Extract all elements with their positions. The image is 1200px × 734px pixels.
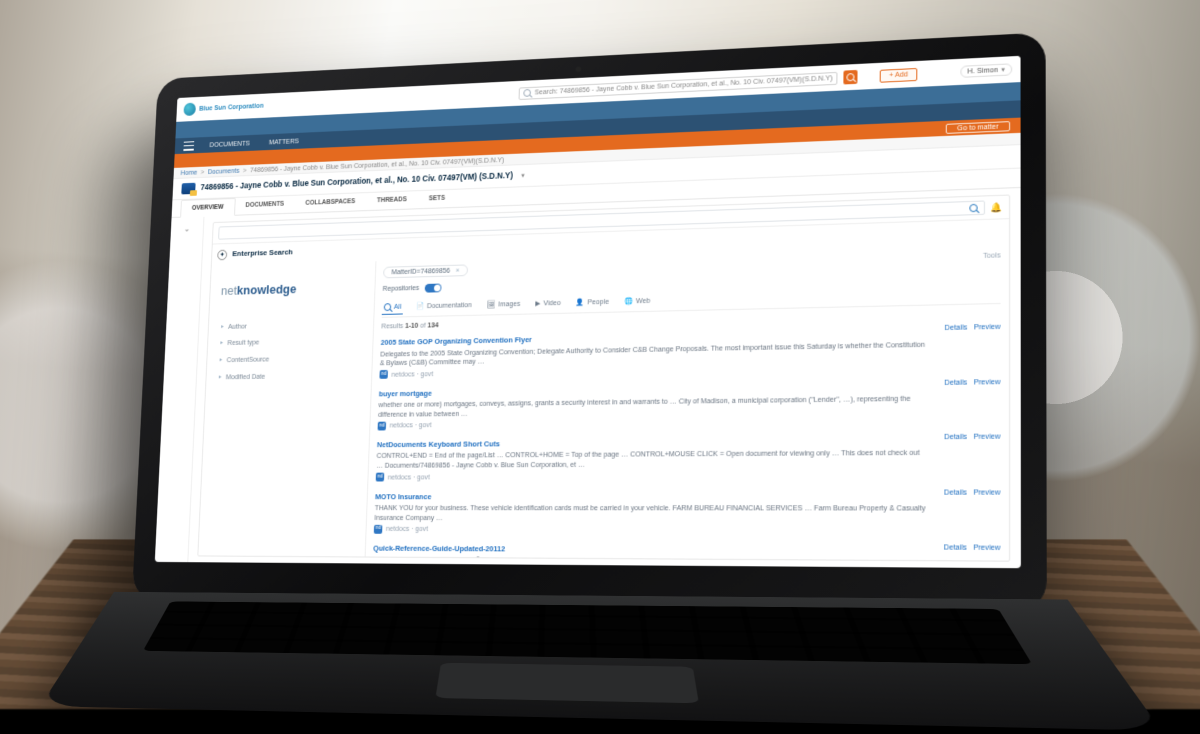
triangle-icon: ▸ [221,322,224,330]
user-menu[interactable]: H. Simon ▾ [960,63,1012,78]
user-name: H. Simon [967,65,998,76]
type-tab-documentation[interactable]: 📄Documentation [414,298,474,313]
type-tab-web[interactable]: 🌐Web [622,293,652,307]
search-result: DetailsPreviewNetDocuments Keyboard Shor… [375,431,1000,487]
search-result: DetailsPreviewbuyer mortgagewhether one … [377,376,1000,436]
image-icon: 🖼 [487,299,496,309]
result-preview-link[interactable]: Preview [974,321,1001,332]
result-source: netdocs · govt [388,472,430,482]
add-button-label: + Add [889,69,908,80]
search-go-button[interactable] [844,69,858,84]
tools-link[interactable]: Tools [983,250,1001,260]
result-preview-link[interactable]: Preview [973,542,1000,552]
add-button[interactable]: + Add [880,67,917,82]
enterprise-search-label: Enterprise Search [232,247,293,259]
tab-threads[interactable]: THREADS [366,191,418,210]
source-badge-icon: nd [376,472,385,481]
chevron-down-icon: ▾ [1001,64,1005,74]
facet-result-type[interactable]: ▸Result type [218,332,362,352]
crumb-documents[interactable]: Documents [208,165,240,175]
facet-content-source[interactable]: ▸ContentSource [217,349,361,369]
triangle-icon: ▸ [219,373,222,381]
result-source: netdocs · govt [386,524,428,534]
document-icon: 📄 [416,301,425,311]
result-source: netdocs · govt [389,420,431,430]
crumb-home[interactable]: Home [180,167,197,177]
source-badge-icon: nd [379,370,388,379]
search-icon [969,203,977,211]
laptop-keyboard [40,591,1162,730]
result-details-link[interactable]: Details [944,542,967,552]
search-icon [523,88,531,96]
result-preview-link[interactable]: Preview [973,486,1000,496]
type-tab-all[interactable]: All [382,299,404,314]
web-icon: 🌐 [624,296,633,306]
laptop: Blue Sun Corporation Search: 74869856 - … [132,32,1047,611]
go-to-matter-button[interactable]: Go to matter [946,120,1010,133]
result-meta: ndnetdocs · govt [374,524,927,536]
laptop-screen: Blue Sun Corporation Search: 74869856 - … [155,55,1021,567]
tab-collabspaces[interactable]: COLLABSPACES [294,193,366,213]
laptop-bezel: Blue Sun Corporation Search: 74869856 - … [132,32,1047,611]
go-to-matter-label: Go to matter [957,121,998,133]
search-result: DetailsPreview2005 State GOP Organizing … [379,321,1000,384]
triangle-icon: ▸ [220,339,223,347]
close-icon[interactable]: × [455,265,459,275]
result-source: netdocs · govt [391,369,433,379]
org-name: Blue Sun Corporation [199,101,264,113]
tab-overview[interactable]: OVERVIEW [180,197,235,217]
left-gutter: ⌄ [155,216,205,561]
search-two-col: netknowledge ▸Author ▸Result type ▸Conte… [198,242,1009,560]
content-body: ⌄ 🔔 ✦ Enterprise Search [155,188,1021,568]
nav-tab-documents[interactable]: DOCUMENTS [209,138,250,149]
repositories-toggle[interactable] [425,283,442,292]
result-details-link[interactable]: Details [944,322,967,333]
search-panel: 🔔 ✦ Enterprise Search netknowledge [197,194,1010,561]
type-tab-images[interactable]: 🖼Images [485,296,523,310]
matter-folder-icon [181,182,195,194]
hamburger-menu-icon[interactable] [183,140,194,150]
facet-modified-date[interactable]: ▸Modified Date [217,366,361,385]
search-result: DetailsPreviewQuick-Reference-Guide-Upda… [373,539,1001,560]
facets-sidebar: netknowledge ▸Author ▸Result type ▸Conte… [198,261,376,556]
globe-icon: ✦ [217,249,227,260]
result-details-link[interactable]: Details [944,486,967,496]
result-title[interactable]: MOTO Insurance [375,491,927,502]
org-logo[interactable]: Blue Sun Corporation [183,99,264,116]
result-details-link[interactable]: Details [944,377,967,387]
netknowledge-logo: netknowledge [221,279,364,299]
type-tab-video[interactable]: ▶Video [533,295,563,309]
people-icon: 👤 [576,297,585,307]
app-root: Blue Sun Corporation Search: 74869856 - … [155,55,1021,567]
primary-nav-tabs: DOCUMENTS MATTERS [209,136,299,149]
result-meta: ndnetdocs · govt [376,470,927,482]
result-preview-link[interactable]: Preview [973,431,1000,441]
chevron-down-icon[interactable]: ▾ [521,170,525,180]
triangle-icon: ▸ [219,356,222,364]
source-badge-icon: nd [374,524,383,533]
results-list: DetailsPreview2005 State GOP Organizing … [373,321,1001,560]
collapse-toggle-icon[interactable]: ⌄ [183,223,190,235]
repositories-label: Repositories [383,283,420,293]
result-details-link[interactable]: Details [944,431,967,441]
result-snippet: CONTROL+END = End of the page/List … CON… [376,448,927,471]
query-chip[interactable]: MatterID=74869856 × [383,264,468,278]
results-area: MatterID=74869856 × Tools Repositories [366,242,1010,560]
search-icon [847,73,855,81]
result-snippet: THANK YOU for your business. These vehic… [374,502,926,522]
search-icon [384,302,392,310]
tab-sets[interactable]: SETS [417,189,456,208]
org-logo-icon [183,102,196,115]
type-tab-people[interactable]: 👤People [574,294,611,308]
tab-documents[interactable]: DOCUMENTS [235,195,295,214]
nav-tab-matters[interactable]: MATTERS [269,136,299,146]
video-icon: ▶ [535,298,540,308]
query-chip-text: MatterID=74869856 [391,266,450,277]
notifications-icon[interactable]: 🔔 [991,201,1003,214]
source-badge-icon: nd [378,421,387,430]
search-result: Details Preview MOTO InsuranceTHANK YOU fo… [374,486,1001,542]
result-preview-link[interactable]: Preview [974,376,1001,387]
